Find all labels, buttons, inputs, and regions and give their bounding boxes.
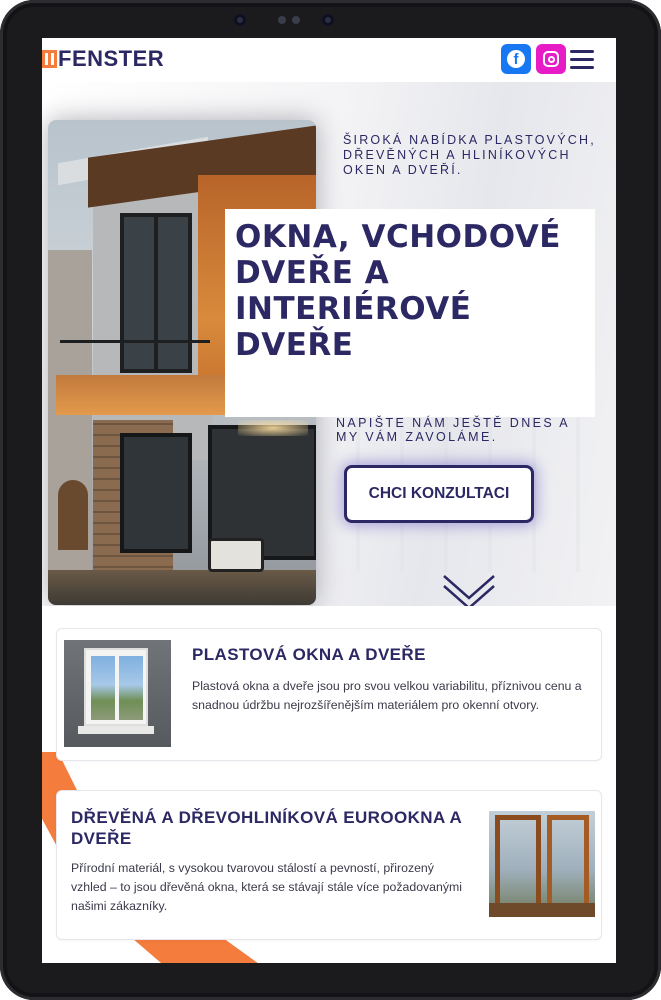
card-text: Přírodní materiál, s vysokou tvarovou st… — [71, 861, 462, 913]
card-title[interactable]: DŘEVĚNÁ A DŘEVOHLINÍKOVÁ EUROOKNA A DVEŘ… — [71, 807, 471, 849]
card-text: Plastová okna a dveře jsou pro svou velk… — [192, 679, 582, 712]
tablet-frame: FENSTER f ŠIROKÁ NABÍDKA PLASTOVÝCH, DŘE… — [0, 0, 661, 1000]
facebook-link[interactable]: f — [501, 44, 531, 74]
chevron-down-icon[interactable] — [442, 574, 496, 606]
logo[interactable]: FENSTER — [42, 46, 165, 71]
sensor-dot — [278, 16, 286, 24]
consultation-button[interactable]: CHCI KONZULTACI — [344, 465, 534, 523]
hero-headline: Okna, vchodové dveře a interiérové dveře — [235, 219, 561, 363]
facebook-icon: f — [507, 50, 525, 68]
camera-lens — [234, 14, 246, 26]
plastic-window-image — [64, 640, 171, 747]
instagram-icon[interactable] — [536, 44, 566, 74]
camera-lens — [322, 14, 334, 26]
logo-mark-icon — [42, 50, 57, 68]
screen: FENSTER f ŠIROKÁ NABÍDKA PLASTOVÝCH, DŘE… — [42, 38, 616, 963]
site-header: FENSTER f — [42, 38, 616, 82]
hero-callout: Napište nám ještě dnes a my vám zavoláme… — [336, 416, 570, 444]
sensor-dot — [292, 16, 300, 24]
card-title[interactable]: PLASTOVÁ OKNA A DVEŘE — [192, 644, 592, 665]
decorative-accent — [132, 938, 262, 963]
headline-box: Okna, vchodové dveře a interiérové dveře — [225, 209, 595, 417]
hero-tagline: Široká nabídka plastových, dřevěných a h… — [343, 133, 596, 177]
wooden-door-image — [489, 811, 595, 917]
hero-section: Široká nabídka plastových, dřevěných a h… — [42, 82, 616, 606]
product-card-wooden[interactable]: DŘEVĚNÁ A DŘEVOHLINÍKOVÁ EUROOKNA A DVEŘ… — [56, 790, 602, 940]
logo-text: FENSTER — [58, 46, 165, 71]
product-card-plastic[interactable]: PLASTOVÁ OKNA A DVEŘE Plastová okna a dv… — [56, 628, 602, 761]
hamburger-menu-icon[interactable] — [570, 50, 594, 70]
